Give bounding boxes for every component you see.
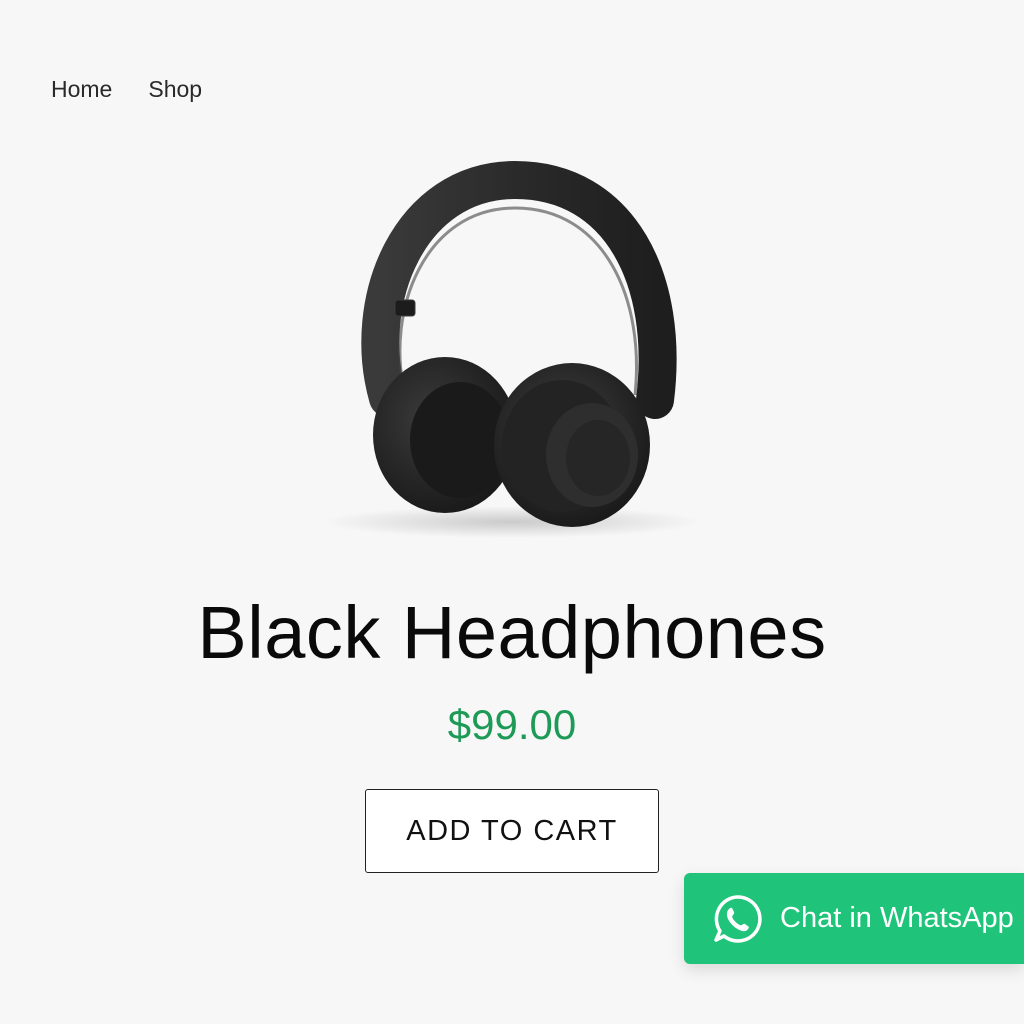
- nav-shop-link[interactable]: Shop: [148, 76, 202, 103]
- product-price: $99.00: [447, 701, 577, 748]
- whatsapp-icon: [710, 892, 764, 946]
- whatsapp-chat-label: Chat in WhatsApp: [780, 902, 1014, 934]
- product-page: Home Shop Black Headphones $99.00 ADD TO…: [0, 0, 1024, 1024]
- product-title: Black Headphones: [197, 591, 827, 674]
- headphones-image: [322, 160, 702, 538]
- add-to-cart-button[interactable]: ADD TO CART: [365, 789, 659, 873]
- top-nav: Home Shop: [51, 76, 202, 103]
- nav-home-link[interactable]: Home: [51, 76, 112, 103]
- whatsapp-chat-button[interactable]: Chat in WhatsApp: [684, 873, 1024, 964]
